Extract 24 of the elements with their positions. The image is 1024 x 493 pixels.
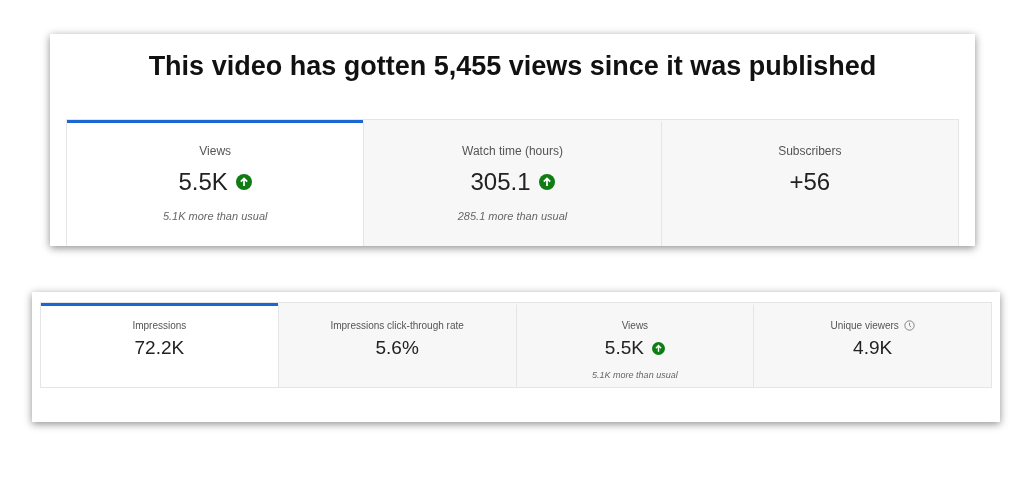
metric-value: +56 (789, 166, 831, 197)
headline: This video has gotten 5,455 views since it was published (147, 50, 878, 83)
metric-tab[interactable]: Watch time (hours) 305.1 285.1 more than usual (363, 119, 661, 246)
metric-label: Subscribers (778, 142, 842, 160)
metric-value: 305.1 (470, 166, 531, 197)
metric-label: Views (621, 319, 649, 333)
metric-label: Views (199, 142, 232, 160)
metric-note: 285.1 more than usual (457, 208, 568, 224)
metric-note: 5.1K more than usual (592, 368, 678, 382)
metric-tab[interactable]: Unique viewers 4.9K (753, 303, 991, 387)
metric-value: 5.6% (375, 336, 419, 360)
metric-label: Impressions (132, 319, 187, 333)
metric-value: 4.9K (853, 336, 893, 360)
metric-value: 5.5K (604, 336, 644, 360)
metric-label: Impressions click-through rate (330, 319, 464, 333)
metric-tab[interactable]: Subscribers +56 (660, 119, 958, 246)
metric-note: 5.1K more than usual (162, 208, 268, 224)
metric-label: Unique viewers (830, 319, 899, 333)
metric-value: 72.2K (134, 336, 185, 360)
metric-value: 5.5K (178, 166, 228, 197)
metric-tab[interactable]: Impressions click-through rate 5.6% (277, 303, 516, 387)
metric-label: Watch time (hours) (462, 142, 563, 160)
metric-tab[interactable]: Views 5.5K 5.1K more than usual (515, 303, 754, 387)
metric-tab[interactable]: Views 5.5K 5.1K more than usual (67, 119, 364, 246)
